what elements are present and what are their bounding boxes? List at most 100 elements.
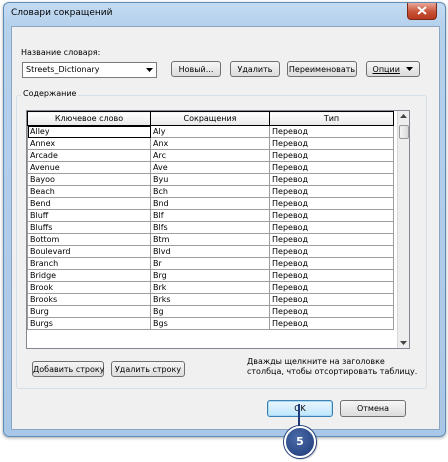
cell-keyword[interactable]: Branch	[27, 257, 151, 270]
table-row[interactable]: Alley Aly Перевод	[27, 125, 394, 138]
table-row[interactable]: Avenue Ave Перевод	[27, 161, 394, 174]
cell-keyword[interactable]: Bayoo	[27, 173, 151, 186]
abbreviation-table: Ключевое слово Сокращения Тип Alley Aly Пе…	[27, 111, 394, 330]
cell-type[interactable]: Перевод	[269, 305, 394, 318]
cell-abbreviation[interactable]: Blvd	[150, 245, 270, 258]
scroll-up-icon[interactable]	[398, 111, 409, 122]
sort-hint-text: Дважды щелкните на заголовке столбца, чт…	[247, 357, 418, 376]
window-title: Словари сокращений	[11, 8, 113, 18]
table-row[interactable]: Boulevard Blvd Перевод	[27, 245, 394, 258]
scroll-down-icon[interactable]	[398, 337, 409, 348]
cell-keyword[interactable]: Alley	[27, 125, 151, 138]
cell-abbreviation[interactable]: Ave	[150, 161, 270, 174]
column-header-keyword[interactable]: Ключевое слово	[27, 111, 151, 126]
cell-type[interactable]: Перевод	[269, 269, 394, 282]
delete-row-button[interactable]: Удалить строку	[111, 361, 185, 377]
cell-type[interactable]: Перевод	[269, 281, 394, 294]
table-row[interactable]: Burgs Bgs Перевод	[27, 317, 394, 330]
cell-keyword[interactable]: Bend	[27, 197, 151, 210]
cell-keyword[interactable]: Boulevard	[27, 245, 151, 258]
dictionary-select[interactable]: Streets_Dictionary	[22, 62, 157, 78]
step-callout-badge: 5	[284, 426, 316, 458]
options-label: Опции	[372, 65, 400, 74]
cell-keyword[interactable]: Annex	[27, 137, 151, 150]
cell-type[interactable]: Перевод	[269, 149, 394, 162]
add-row-button[interactable]: Добавить строку	[32, 361, 104, 377]
cell-abbreviation[interactable]: Bg	[150, 305, 270, 318]
column-header-abbreviation[interactable]: Сокращения	[150, 111, 270, 126]
cell-abbreviation[interactable]: Brk	[150, 281, 270, 294]
table-row[interactable]: Annex Anx Перевод	[27, 137, 394, 150]
ok-button[interactable]: OK	[267, 400, 333, 417]
table-row[interactable]: Bend Bnd Перевод	[27, 197, 394, 210]
cell-keyword[interactable]: Burgs	[27, 317, 151, 330]
cell-type[interactable]: Перевод	[269, 221, 394, 234]
table-row[interactable]: Arcade Arc Перевод	[27, 149, 394, 162]
table-row[interactable]: Bluff Blf Перевод	[27, 209, 394, 222]
table-row[interactable]: Bluffs Blfs Перевод	[27, 221, 394, 234]
cell-type[interactable]: Перевод	[269, 317, 394, 330]
options-button[interactable]: Опции	[366, 61, 420, 77]
cell-keyword[interactable]: Bluff	[27, 209, 151, 222]
cell-abbreviation[interactable]: Arc	[150, 149, 270, 162]
title-bar[interactable]: Словари сокращений	[4, 3, 445, 25]
column-header-type[interactable]: Тип	[269, 111, 394, 126]
new-dictionary-button[interactable]: Новый...	[171, 61, 221, 77]
cell-abbreviation[interactable]: Anx	[150, 137, 270, 150]
table-row[interactable]: Bottom Btm Перевод	[27, 233, 394, 246]
dictionary-select-value: Streets_Dictionary	[26, 65, 100, 74]
cell-type[interactable]: Перевод	[269, 137, 394, 150]
cell-type[interactable]: Перевод	[269, 125, 394, 138]
cell-type[interactable]: Перевод	[269, 293, 394, 306]
cell-keyword[interactable]: Burg	[27, 305, 151, 318]
cell-type[interactable]: Перевод	[269, 185, 394, 198]
callout-pointer	[298, 404, 300, 428]
table-row[interactable]: Beach Bch Перевод	[27, 185, 394, 198]
cell-abbreviation[interactable]: Brks	[150, 293, 270, 306]
cell-type[interactable]: Перевод	[269, 209, 394, 222]
table-header-row: Ключевое слово Сокращения Тип	[27, 111, 394, 126]
table-row[interactable]: Bayoo Byu Перевод	[27, 173, 394, 186]
cell-keyword[interactable]: Bottom	[27, 233, 151, 246]
cell-abbreviation[interactable]: Brg	[150, 269, 270, 282]
close-button[interactable]	[407, 3, 437, 20]
cell-keyword[interactable]: Bridge	[27, 269, 151, 282]
cell-type[interactable]: Перевод	[269, 233, 394, 246]
cell-keyword[interactable]: Avenue	[27, 161, 151, 174]
delete-dictionary-button[interactable]: Удалить	[230, 61, 280, 77]
cell-keyword[interactable]: Brooks	[27, 293, 151, 306]
cell-abbreviation[interactable]: Blf	[150, 209, 270, 222]
cell-keyword[interactable]: Beach	[27, 185, 151, 198]
table-row[interactable]: Branch Br Перевод	[27, 257, 394, 270]
rename-dictionary-button[interactable]: Переименовать	[287, 61, 357, 77]
table-row[interactable]: Bridge Brg Перевод	[27, 269, 394, 282]
cell-abbreviation[interactable]: Blfs	[150, 221, 270, 234]
cell-keyword[interactable]: Bluffs	[27, 221, 151, 234]
cell-type[interactable]: Перевод	[269, 173, 394, 186]
dropdown-arrow-icon	[146, 68, 153, 72]
cell-keyword[interactable]: Brook	[27, 281, 151, 294]
cell-abbreviation[interactable]: Bch	[150, 185, 270, 198]
cell-type[interactable]: Перевод	[269, 245, 394, 258]
scroll-thumb[interactable]	[399, 125, 409, 139]
cell-abbreviation[interactable]: Btm	[150, 233, 270, 246]
cell-abbreviation[interactable]: Aly	[150, 125, 270, 138]
dictionary-name-label: Название словаря:	[21, 48, 101, 57]
abbreviation-grid[interactable]: Ключевое слово Сокращения Тип Alley Aly Пе…	[26, 110, 410, 349]
cancel-button[interactable]: Отмена	[340, 400, 406, 417]
cell-keyword[interactable]: Arcade	[27, 149, 151, 162]
cell-type[interactable]: Перевод	[269, 161, 394, 174]
cell-type[interactable]: Перевод	[269, 257, 394, 270]
vertical-scrollbar[interactable]	[397, 111, 409, 348]
table-row[interactable]: Burg Bg Перевод	[27, 305, 394, 318]
table-row[interactable]: Brooks Brks Перевод	[27, 293, 394, 306]
table-row[interactable]: Brook Brk Перевод	[27, 281, 394, 294]
close-icon	[417, 6, 427, 15]
cell-abbreviation[interactable]: Bnd	[150, 197, 270, 210]
options-arrow-icon	[406, 67, 414, 71]
cell-abbreviation[interactable]: Bgs	[150, 317, 270, 330]
cell-type[interactable]: Перевод	[269, 197, 394, 210]
cell-abbreviation[interactable]: Br	[150, 257, 270, 270]
cell-abbreviation[interactable]: Byu	[150, 173, 270, 186]
content-group-label: Содержание	[21, 89, 79, 98]
